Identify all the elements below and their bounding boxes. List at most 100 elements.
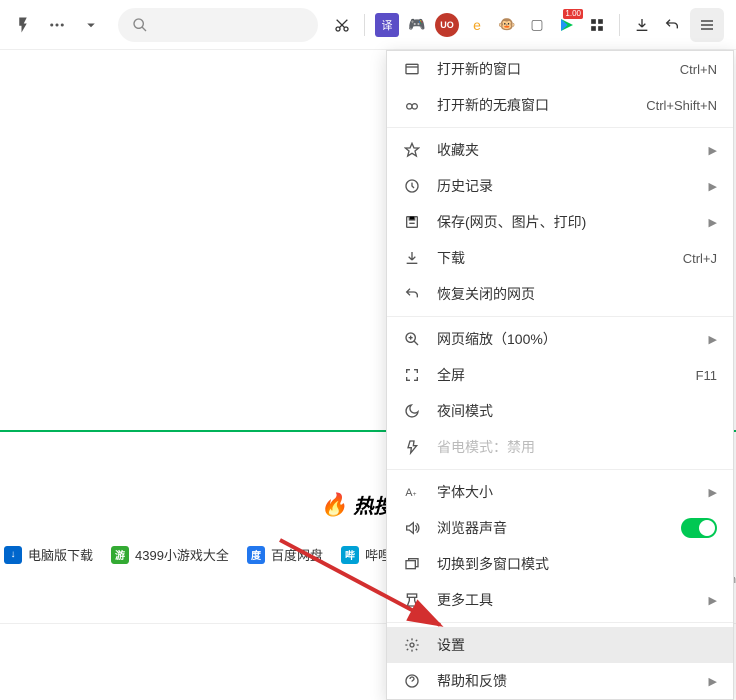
menu-item-label: 夜间模式: [437, 401, 717, 421]
divider: [619, 14, 620, 36]
menu-item-incognito[interactable]: 打开新的无痕窗口 Ctrl+Shift+N: [387, 87, 733, 123]
chevron-right-icon: ▶: [709, 594, 717, 607]
divider: [364, 14, 365, 36]
menu-item-power: 省电模式：禁用: [387, 429, 733, 465]
menu-item-night[interactable]: 夜间模式: [387, 393, 733, 429]
window-icon: [403, 61, 421, 77]
chevron-right-icon: ▶: [709, 486, 717, 499]
multiwin-icon: [403, 556, 421, 572]
menu-item-label: 字体大小: [437, 482, 693, 502]
play-ext-icon[interactable]: 1.00: [555, 13, 579, 37]
star-icon: [403, 142, 421, 158]
chevron-right-icon: ▶: [709, 333, 717, 346]
menu-item-tools[interactable]: 更多工具 ▶: [387, 582, 733, 618]
menu-item-star[interactable]: 收藏夹 ▶: [387, 132, 733, 168]
ext-badge: 1.00: [563, 9, 583, 19]
quick-link[interactable]: 游4399小游戏大全: [111, 545, 229, 564]
chevron-right-icon: ▶: [709, 675, 717, 688]
link-icon: ↓: [4, 546, 22, 564]
menu-item-history[interactable]: 历史记录 ▶: [387, 168, 733, 204]
menu-item-fullscreen[interactable]: 全屏 F11: [387, 357, 733, 393]
dropdown-button[interactable]: [76, 10, 106, 40]
link-icon: 游: [111, 546, 129, 564]
link-icon: 哔: [341, 546, 359, 564]
menu-item-help[interactable]: 帮助和反馈 ▶: [387, 663, 733, 699]
menu-item-label: 浏览器声音: [437, 518, 665, 538]
menu-item-label: 打开新的无痕窗口: [437, 95, 630, 115]
incognito-icon: [403, 97, 421, 113]
menu-separator: [387, 316, 733, 317]
menu-item-label: 打开新的窗口: [437, 59, 664, 79]
extension-icons: 译 🎮 UO e 🐵 ▢ 1.00: [330, 8, 728, 42]
menu-shortcut: Ctrl+J: [683, 251, 717, 266]
help-icon: [403, 673, 421, 689]
download-icon[interactable]: [630, 13, 654, 37]
download-icon: [403, 250, 421, 266]
chevron-right-icon: ▶: [709, 180, 717, 193]
undo-icon[interactable]: [660, 13, 684, 37]
more-button[interactable]: [42, 10, 72, 40]
menu-item-label: 历史记录: [437, 176, 693, 196]
menu-item-label: 设置: [437, 635, 717, 655]
zoom-icon: [403, 331, 421, 347]
menu-shortcut: F11: [696, 368, 717, 383]
menu-item-save[interactable]: 保存(网页、图片、打印) ▶: [387, 204, 733, 240]
monkey-ext-icon[interactable]: 🐵: [495, 13, 519, 37]
cut-icon[interactable]: [330, 13, 354, 37]
save-icon: [403, 214, 421, 230]
quick-link[interactable]: 度百度网盘: [247, 545, 323, 564]
menu-separator: [387, 469, 733, 470]
apps-ext-icon[interactable]: [585, 13, 609, 37]
night-icon: [403, 403, 421, 419]
menu-item-label: 恢复关闭的网页: [437, 284, 717, 304]
tools-icon: [403, 592, 421, 608]
menu-item-restore[interactable]: 恢复关闭的网页: [387, 276, 733, 312]
menu-button[interactable]: [690, 8, 724, 42]
ublock-ext-icon[interactable]: UO: [435, 13, 459, 37]
sound-icon: [403, 520, 421, 536]
quick-link[interactable]: ↓电脑版下载: [4, 545, 93, 564]
menu-item-multiwin[interactable]: 切换到多窗口模式: [387, 546, 733, 582]
menu-item-label: 帮助和反馈: [437, 671, 693, 691]
menu-item-label: 下载: [437, 248, 667, 268]
menu-shortcut: Ctrl+Shift+N: [646, 98, 717, 113]
menu-item-label: 更多工具: [437, 590, 693, 610]
link-icon: 度: [247, 546, 265, 564]
fullscreen-icon: [403, 367, 421, 383]
main-menu: 打开新的窗口 Ctrl+N 打开新的无痕窗口 Ctrl+Shift+N 收藏夹 …: [386, 50, 734, 700]
menu-item-label: 收藏夹: [437, 140, 693, 160]
menu-separator: [387, 622, 733, 623]
menu-item-settings[interactable]: 设置: [387, 627, 733, 663]
book-ext-icon[interactable]: ▢: [525, 13, 549, 37]
toggle-switch[interactable]: [681, 518, 717, 538]
menu-item-label: 切换到多窗口模式: [437, 554, 717, 574]
flash-button[interactable]: [8, 10, 38, 40]
search-icon: [132, 17, 148, 33]
toolbar: 译 🎮 UO e 🐵 ▢ 1.00: [0, 0, 736, 50]
svg-text:+: +: [413, 491, 417, 498]
menu-separator: [387, 127, 733, 128]
menu-item-download[interactable]: 下载 Ctrl+J: [387, 240, 733, 276]
flame-icon: 🔥: [320, 492, 347, 518]
menu-item-label: 省电模式：禁用: [437, 437, 717, 457]
ie-ext-icon[interactable]: e: [465, 13, 489, 37]
font-icon: A+: [403, 484, 421, 500]
menu-item-sound[interactable]: 浏览器声音: [387, 510, 733, 546]
restore-icon: [403, 286, 421, 302]
menu-item-window[interactable]: 打开新的窗口 Ctrl+N: [387, 51, 733, 87]
search-input[interactable]: [118, 8, 318, 42]
menu-item-zoom[interactable]: 网页缩放（100%） ▶: [387, 321, 733, 357]
menu-shortcut: Ctrl+N: [680, 62, 717, 77]
history-icon: [403, 178, 421, 194]
chevron-right-icon: ▶: [709, 144, 717, 157]
menu-item-label: 网页缩放（100%）: [437, 329, 693, 349]
hot-search-label: 🔥 热搜: [320, 490, 393, 519]
menu-item-label: 全屏: [437, 365, 680, 385]
chevron-right-icon: ▶: [709, 216, 717, 229]
game-ext-icon[interactable]: 🎮: [405, 13, 429, 37]
menu-item-label: 保存(网页、图片、打印): [437, 212, 693, 232]
translate-ext-icon[interactable]: 译: [375, 13, 399, 37]
power-icon: [403, 439, 421, 455]
menu-item-font[interactable]: A+ 字体大小 ▶: [387, 474, 733, 510]
settings-icon: [403, 637, 421, 653]
